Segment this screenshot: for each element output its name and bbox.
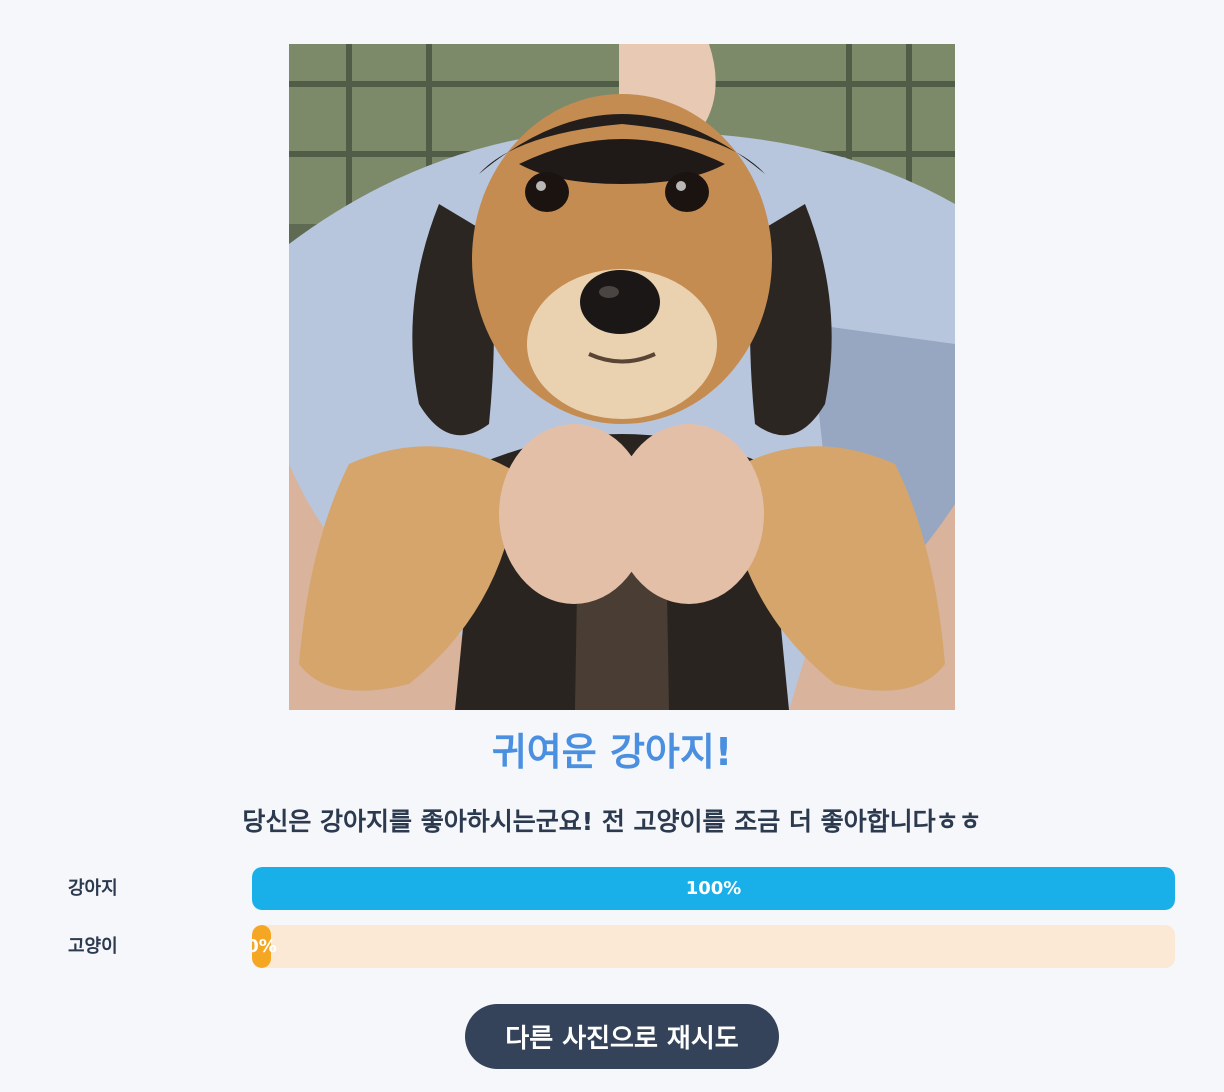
bar-fill-cat: 0%	[252, 925, 277, 968]
result-title: 귀여운 강아지!	[491, 730, 733, 774]
bar-track-cat: 0%	[252, 925, 1175, 968]
bar-label-dog: 강아지	[68, 878, 118, 899]
result-bar-dog: 강아지 100%	[0, 867, 1224, 910]
bar-label-cat: 고양이	[68, 936, 118, 957]
result-bar-cat: 고양이 0%	[0, 925, 1224, 968]
dog-photo	[289, 44, 955, 710]
bar-track-dog: 100%	[252, 867, 1175, 910]
dog-photo-illustration	[289, 44, 955, 710]
result-description: 당신은 강아지를 좋아하시는군요! 전 고양이를 조금 더 좋아합니다ㅎㅎ	[242, 807, 982, 836]
bar-percent-cat: 0%	[252, 936, 277, 957]
retry-button[interactable]: 다른 사진으로 재시도	[465, 1004, 779, 1069]
bar-fill-dog: 100%	[252, 867, 1175, 910]
result-page: 귀여운 강아지! 당신은 강아지를 좋아하시는군요! 전 고양이를 조금 더 좋…	[0, 0, 1224, 1092]
bar-percent-dog: 100%	[685, 878, 742, 899]
